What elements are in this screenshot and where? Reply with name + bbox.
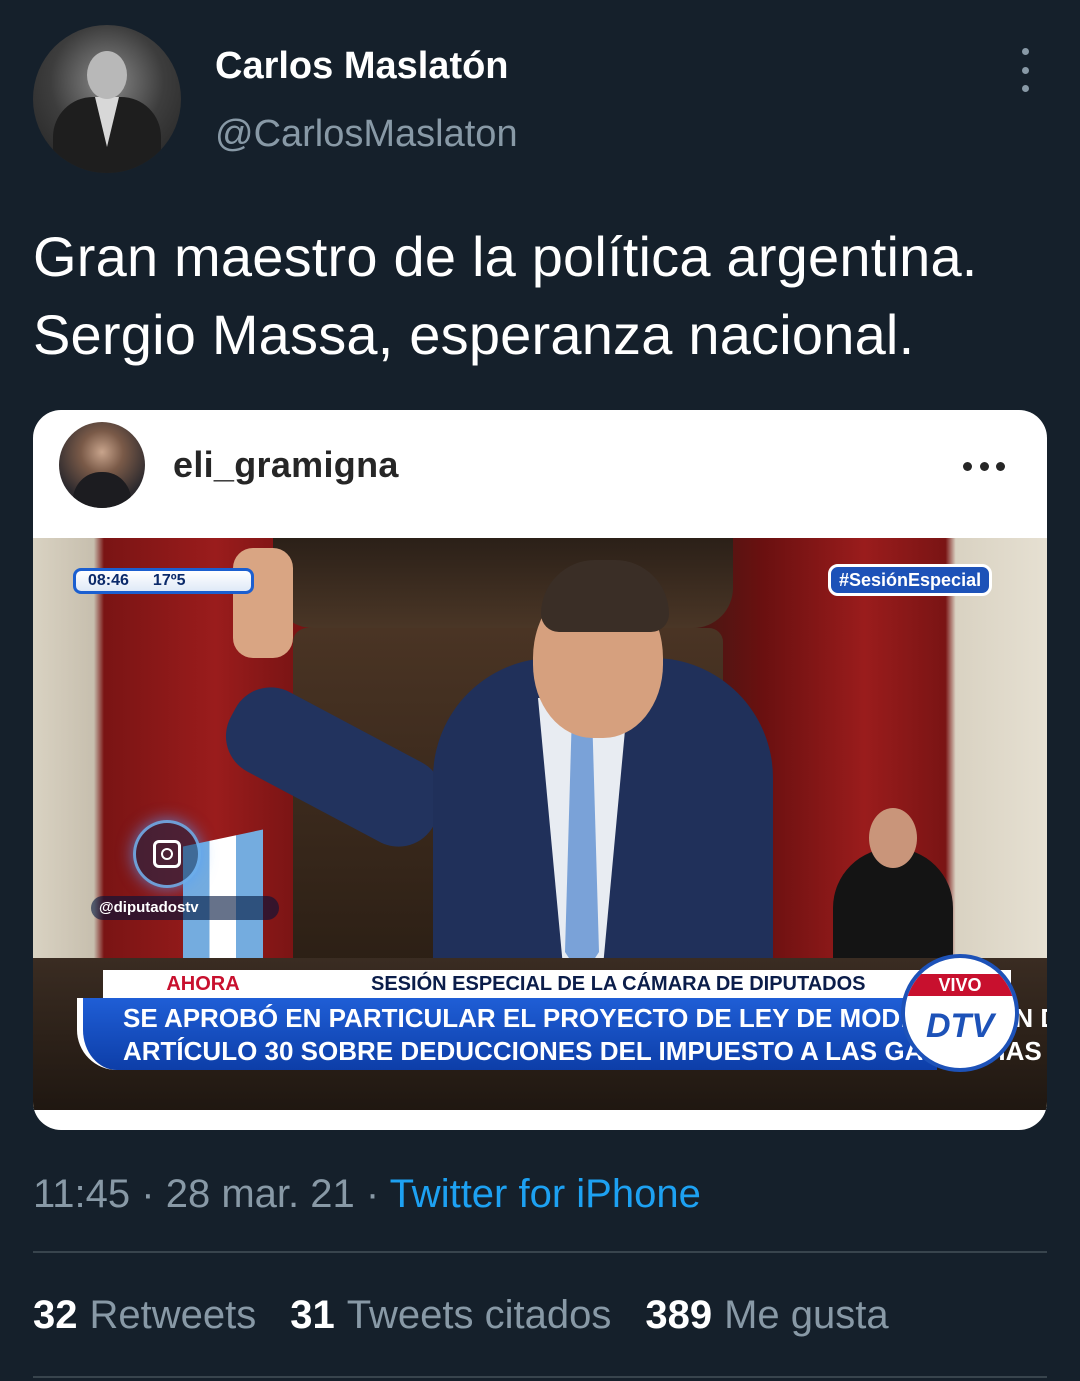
divider-top [33, 1251, 1047, 1253]
tweet-text: Gran maestro de la política argentina. S… [33, 218, 1063, 374]
ellipsis-horizontal-icon [963, 462, 1005, 472]
victory-hand [233, 548, 293, 658]
headline-line-2: ARTÍCULO 30 SOBRE DEDUCCIONES DEL IMPUES… [123, 1036, 1042, 1066]
tv-clock: 08:46 [88, 572, 129, 589]
tweet-line-1: Gran maestro de la política argentina. [33, 225, 978, 288]
dot [963, 462, 972, 471]
dot [1021, 48, 1029, 55]
more-options-icon[interactable] [1010, 48, 1040, 92]
retweets-label: Retweets [89, 1293, 257, 1337]
instagram-handle: @diputadostv [91, 896, 279, 920]
live-badge: VIVO DTV [901, 954, 1019, 1072]
retweets-count: 32 [33, 1293, 78, 1337]
author-name[interactable]: Carlos Maslatón [215, 44, 509, 88]
quotes-stat[interactable]: 31 Tweets citados [290, 1290, 611, 1340]
tweet-time[interactable]: 11:45 [33, 1172, 130, 1216]
live-label: VIVO [905, 974, 1015, 996]
clock-temperature-pill: 08:46 17º5 [73, 568, 254, 594]
likes-count: 389 [645, 1293, 713, 1337]
quotes-label: Tweets citados [346, 1293, 612, 1337]
camera-glyph [153, 840, 181, 868]
ahora-label: AHORA [103, 970, 303, 998]
interpreter-face [869, 808, 917, 868]
instagram-icon [133, 820, 201, 888]
likes-label: Me gusta [724, 1293, 889, 1337]
tweet-source-link[interactable]: Twitter for iPhone [390, 1172, 701, 1216]
divider-bottom [33, 1376, 1047, 1378]
separator: · [365, 1172, 380, 1216]
dot [979, 462, 989, 471]
engagement-stats: 32 Retweets 31 Tweets citados 389 Me gusta [33, 1290, 889, 1340]
likes-stat[interactable]: 389 Me gusta [645, 1290, 888, 1340]
separator: · [141, 1172, 155, 1216]
author-handle[interactable]: @CarlosMaslaton [215, 112, 518, 156]
avatar-head [87, 51, 127, 99]
tv-temperature: 17º5 [152, 572, 186, 589]
tweet-line-2: Sergio Massa, esperanza nacional. [33, 303, 915, 366]
session-hashtag: #SesiónEspecial [828, 564, 993, 596]
tweet-date[interactable]: 28 mar. 21 [166, 1172, 355, 1216]
tweet-media[interactable]: eli_gramigna 08:46 17º5 #SesiónEspecial … [33, 410, 1047, 1130]
author-avatar[interactable] [33, 25, 181, 173]
quotes-count: 31 [290, 1293, 335, 1337]
embedded-user-avatar [59, 422, 145, 508]
headline-line-1: SE APROBÓ EN PARTICULAR EL PROYECTO DE L… [123, 1003, 1047, 1033]
dot [1021, 66, 1029, 74]
tweet-metadata: 11:45 · 28 mar. 21 · Twitter for iPhone [33, 1170, 701, 1218]
tv-broadcast-photo: 08:46 17º5 #SesiónEspecial @diputadostv … [33, 538, 1047, 1110]
channel-logo: DTV [926, 1007, 994, 1045]
embedded-avatar-body [73, 472, 131, 508]
headline-banner: SE APROBÓ EN PARTICULAR EL PROYECTO DE L… [77, 998, 1047, 1070]
retweets-stat[interactable]: 32 Retweets [33, 1290, 256, 1340]
dot [996, 462, 1005, 471]
dot [1021, 85, 1029, 92]
embedded-username: eli_gramigna [173, 444, 399, 485]
